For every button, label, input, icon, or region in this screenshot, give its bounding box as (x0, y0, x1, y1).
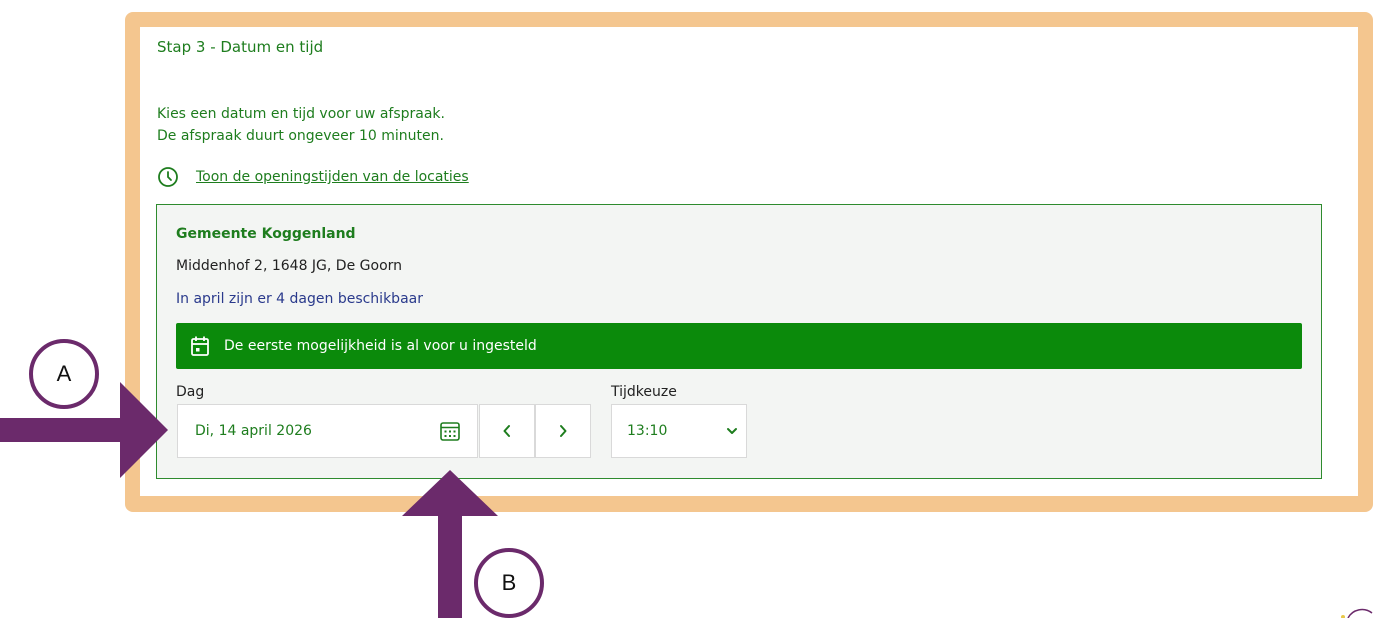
time-select[interactable]: 13:10 (611, 404, 747, 458)
banner-text: De eerste mogelijkheid is al voor u inge… (224, 338, 537, 354)
clock-icon (158, 167, 178, 187)
chevron-right-icon (560, 425, 567, 437)
intro-line-2: De afspraak duurt ongeveer 10 minuten. (157, 128, 444, 144)
time-value: 13:10 (627, 423, 668, 439)
previous-day-button[interactable] (479, 404, 535, 458)
corner-arc-icon (1341, 608, 1373, 618)
location-address: Middenhof 2, 1648 JG, De Goorn (176, 258, 403, 274)
time-label: Tijdkeuze (611, 384, 677, 400)
opening-hours-link[interactable]: Toon de openingstijden van de locaties (196, 169, 469, 185)
step-title: Stap 3 - Datum en tijd (157, 38, 324, 56)
day-label: Dag (176, 384, 205, 400)
availability-text: In april zijn er 4 dagen beschikbaar (176, 291, 423, 307)
first-option-banner: De eerste mogelijkheid is al voor u inge… (176, 323, 1302, 369)
location-name: Gemeente Koggenland (176, 226, 356, 242)
annotation-b: B (474, 548, 544, 618)
intro-line-1: Kies een datum en tijd voor uw afspraak. (157, 106, 445, 122)
next-day-button[interactable] (535, 404, 591, 458)
opening-hours-row: Toon de openingstijden van de locaties (157, 166, 469, 188)
chevron-left-icon (503, 425, 510, 437)
annotation-a: A (29, 339, 99, 409)
calendar-icon[interactable] (439, 420, 461, 442)
calendar-day-icon (191, 336, 209, 356)
intro-text: Kies een datum en tijd voor uw afspraak.… (157, 103, 445, 147)
date-value: Di, 14 april 2026 (195, 423, 312, 439)
date-picker-field[interactable]: Di, 14 april 2026 (177, 404, 478, 458)
chevron-down-icon (727, 428, 737, 434)
